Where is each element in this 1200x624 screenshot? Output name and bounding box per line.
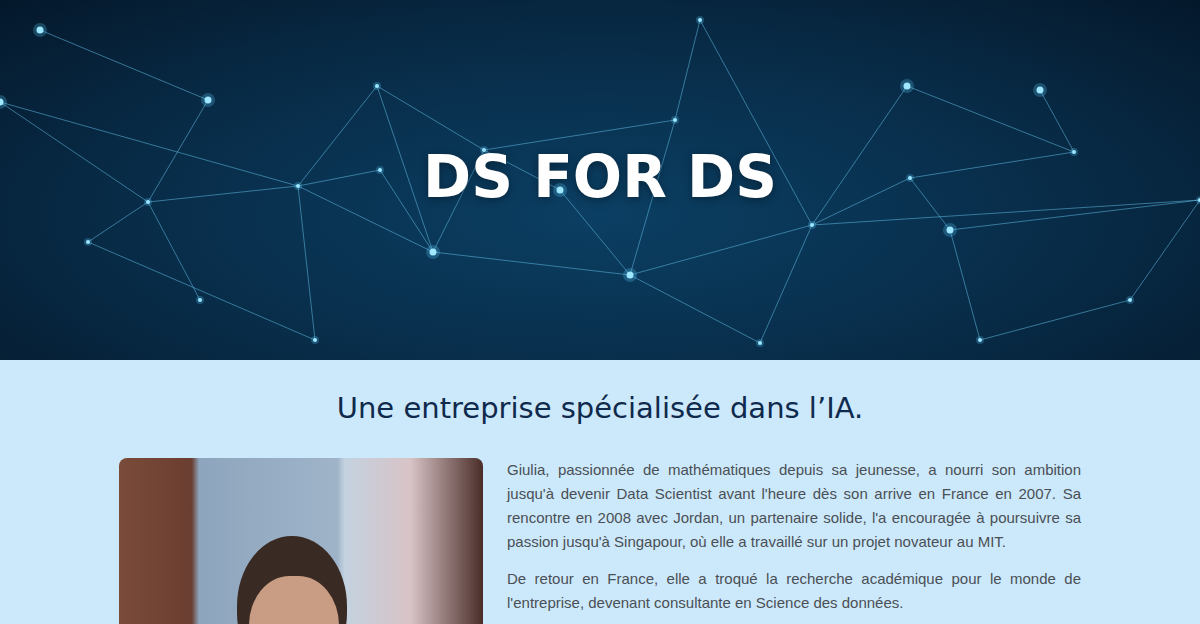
about-text: Giulia, passionnée de mathématiques depu… [507, 458, 1081, 624]
hero-banner: DS FOR DS [0, 0, 1200, 360]
paragraph: De retour en France, elle a troqué la re… [507, 567, 1081, 615]
about-section: Une entreprise spécialisée dans l’IA. Gi… [0, 360, 1200, 624]
site-title: DS FOR DS [423, 143, 777, 211]
paragraph: Giulia, passionnée de mathématiques depu… [507, 458, 1081, 554]
section-heading: Une entreprise spécialisée dans l’IA. [119, 390, 1081, 426]
founder-photo [119, 458, 483, 624]
